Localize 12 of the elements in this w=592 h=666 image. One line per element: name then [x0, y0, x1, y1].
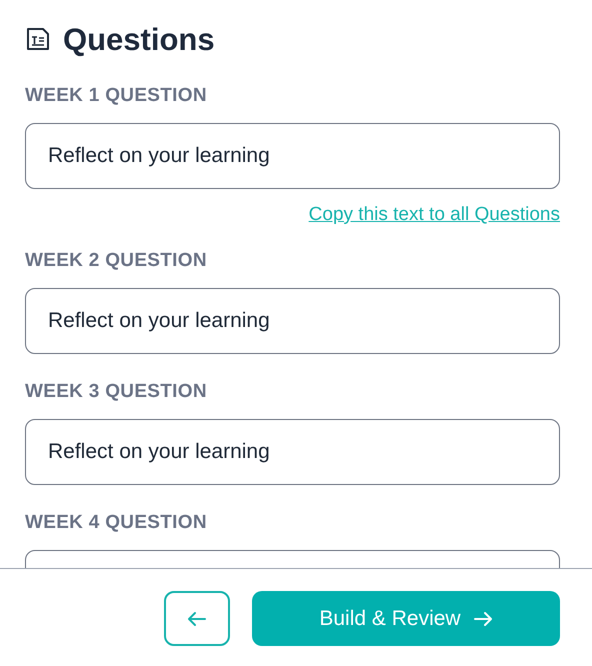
document-icon — [25, 26, 51, 52]
arrow-right-icon — [472, 610, 493, 626]
question-field[interactable]: Reflect on your learning — [25, 419, 560, 485]
question-field[interactable]: Reflect on your learning — [25, 123, 560, 189]
question-label: WEEK 4 QUESTION — [25, 511, 208, 535]
question-field[interactable]: Reflect on your learning — [25, 288, 560, 354]
back-button[interactable] — [164, 591, 230, 646]
arrow-left-icon — [187, 610, 207, 626]
question-label: WEEK 2 QUESTION — [25, 249, 208, 273]
question-label: WEEK 3 QUESTION — [25, 380, 208, 404]
page-title: Questions — [63, 24, 215, 54]
question-label: WEEK 1 QUESTION — [25, 84, 208, 108]
